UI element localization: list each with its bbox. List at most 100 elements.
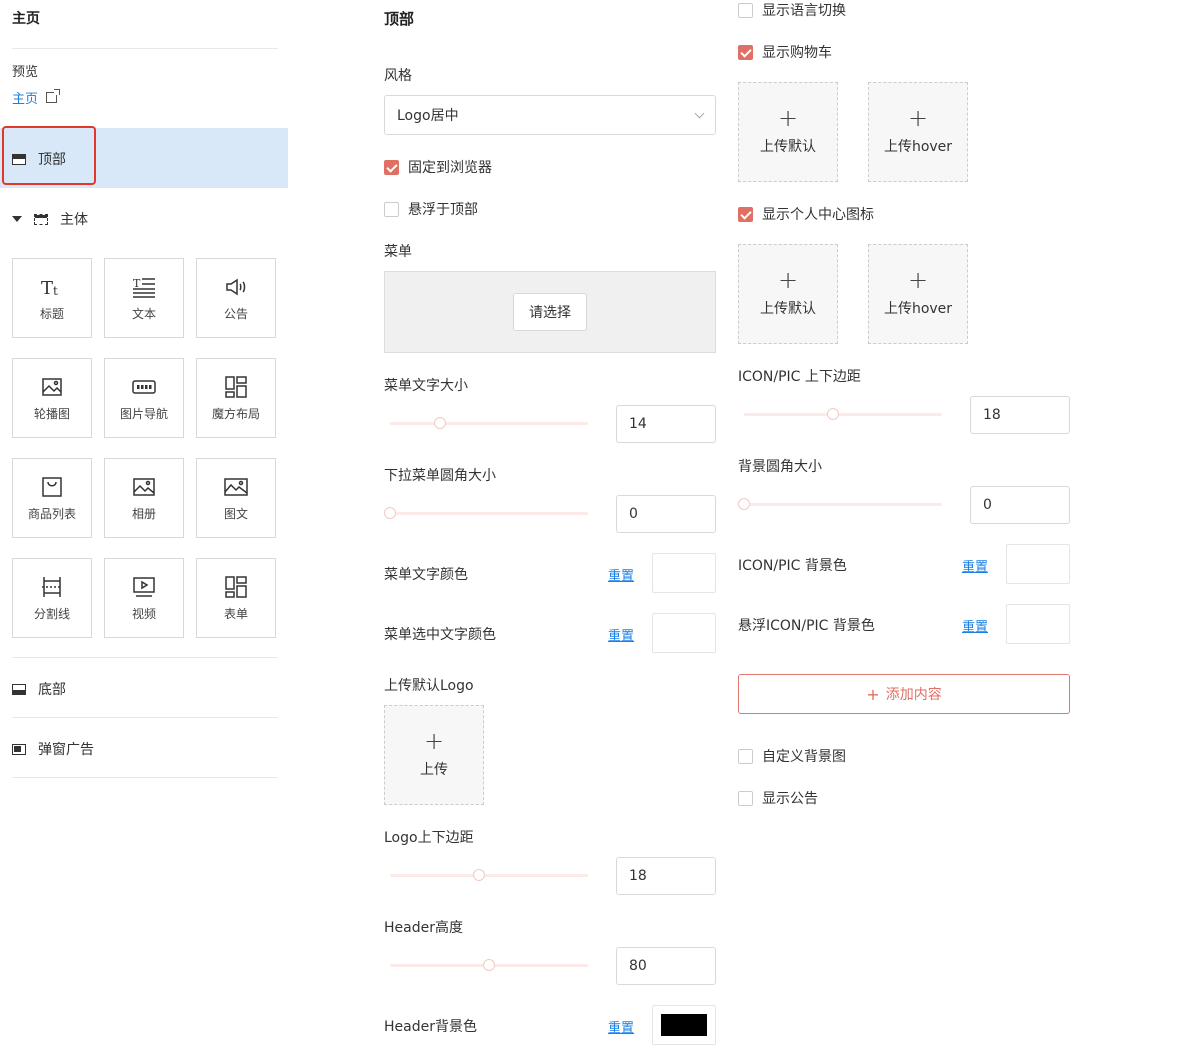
style-select[interactable]: Logo居中 [384, 95, 716, 135]
plus-icon: + [866, 684, 880, 704]
component-cube-layout[interactable]: 魔方布局 [196, 358, 276, 438]
plus-icon: + [907, 104, 929, 132]
menu-selected-color-reset[interactable]: 重置 [608, 625, 634, 644]
component-album-label: 相册 [131, 506, 156, 521]
menu-selected-color-swatch[interactable] [652, 613, 716, 653]
header-height-input[interactable]: 80 [616, 947, 716, 985]
header-height-label: Header高度 [384, 920, 463, 936]
cart-upload-hover-text: 上传hover [883, 139, 953, 155]
menu-text-color-swatch[interactable] [652, 553, 716, 593]
user-upload-default-text: 上传默认 [760, 301, 816, 317]
show-lang-checkbox[interactable]: 显示语言切换 [738, 0, 846, 20]
checkbox-box[interactable] [738, 44, 753, 60]
user-upload-hover[interactable]: + 上传hover [868, 244, 968, 344]
component-carousel[interactable]: 轮播图 [12, 358, 92, 438]
component-video[interactable]: 视频 [104, 558, 184, 638]
menu-choose-button[interactable]: 请选择 [513, 293, 587, 331]
checkbox-box[interactable] [738, 206, 753, 222]
style-select-value: Logo居中 [397, 108, 459, 124]
upload-logo-button[interactable]: + 上传 [384, 705, 484, 805]
slider-handle[interactable] [738, 498, 750, 510]
form-icon [225, 575, 247, 598]
show-cart-checkbox[interactable]: 显示购物车 [738, 42, 832, 62]
header-bg-label: Header背景色 [384, 1019, 477, 1035]
section-main-label: 主体 [60, 212, 88, 228]
popup-ad-icon [12, 743, 26, 755]
section-main[interactable]: 主体 [12, 209, 88, 229]
text-icon: T [133, 277, 155, 298]
menu-font-size-input[interactable]: 14 [616, 405, 716, 443]
bg-radius-slider[interactable] [738, 498, 942, 510]
checkbox-box[interactable] [738, 2, 753, 18]
style-label: 风格 [384, 68, 412, 84]
dropdown-radius-input[interactable]: 0 [616, 495, 716, 533]
slider-handle[interactable] [473, 869, 486, 881]
float-top-checkbox[interactable]: 悬浮于顶部 [384, 199, 478, 219]
cart-upload-default-text: 上传默认 [760, 139, 816, 155]
component-announcement[interactable]: 公告 [196, 258, 276, 338]
header-height-slider[interactable] [390, 959, 588, 971]
fixed-browser-checkbox[interactable]: 固定到浏览器 [384, 157, 492, 177]
checkbox-box[interactable] [384, 159, 399, 175]
external-link-icon[interactable] [46, 89, 61, 103]
user-upload-hover-text: 上传hover [883, 301, 953, 317]
header-block-icon [12, 153, 26, 165]
component-form-label: 表单 [223, 606, 248, 621]
checkbox-box[interactable] [738, 748, 753, 764]
color-fill [661, 622, 707, 644]
checkbox-box[interactable] [738, 790, 753, 806]
preview-link[interactable]: 主页 [12, 88, 61, 107]
icon-padding-input[interactable]: 18 [970, 396, 1070, 434]
announcement-icon [226, 278, 246, 295]
product-list-icon [42, 476, 62, 497]
section-popup[interactable]: 弹窗广告 [12, 739, 94, 759]
header-bg-reset[interactable]: 重置 [608, 1017, 634, 1036]
section-top[interactable]: 顶部 [12, 149, 66, 169]
component-product-list[interactable]: 商品列表 [12, 458, 92, 538]
component-divider[interactable]: 分割线 [12, 558, 92, 638]
dropdown-radius-slider[interactable] [384, 507, 588, 519]
float-top-label: 悬浮于顶部 [408, 202, 478, 218]
component-album[interactable]: 相册 [104, 458, 184, 538]
checkbox-box[interactable] [384, 201, 399, 217]
panel-title: 顶部 [384, 10, 415, 28]
bg-radius-input[interactable]: 0 [970, 486, 1070, 524]
component-form[interactable]: 表单 [196, 558, 276, 638]
menu-text-color-label: 菜单文字颜色 [384, 567, 468, 583]
logo-padding-slider[interactable] [390, 869, 588, 881]
page-title: 主页 [12, 11, 40, 27]
component-text[interactable]: T 文本 [104, 258, 184, 338]
component-announcement-label: 公告 [223, 306, 248, 321]
component-image-nav-label: 图片导航 [119, 406, 168, 421]
header-bg-swatch[interactable] [652, 1005, 716, 1045]
show-user-icon-checkbox[interactable]: 显示个人中心图标 [738, 204, 874, 224]
show-notice-checkbox[interactable]: 显示公告 [738, 788, 818, 808]
menu-selector-area: 请选择 [384, 271, 716, 353]
divider [12, 777, 278, 778]
hover-icon-bg-swatch[interactable] [1006, 604, 1070, 644]
component-image-nav[interactable]: 图片导航 [104, 358, 184, 438]
slider-handle[interactable] [827, 408, 840, 420]
add-content-button[interactable]: + 添加内容 [738, 674, 1070, 714]
slider-handle[interactable] [433, 417, 446, 429]
user-upload-default[interactable]: + 上传默认 [738, 244, 838, 344]
menu-text-color-reset[interactable]: 重置 [608, 565, 634, 584]
divider [12, 657, 278, 658]
custom-bg-checkbox[interactable]: 自定义背景图 [738, 746, 846, 766]
slider-handle[interactable] [384, 507, 396, 519]
icon-bg-swatch[interactable] [1006, 544, 1070, 584]
component-title[interactable]: Tt 标题 [12, 258, 92, 338]
cart-upload-hover[interactable]: + 上传hover [868, 82, 968, 182]
hover-icon-bg-reset[interactable]: 重置 [962, 616, 988, 635]
preview-link-text[interactable]: 主页 [12, 88, 38, 107]
logo-padding-input[interactable]: 18 [616, 857, 716, 895]
section-bottom[interactable]: 底部 [12, 679, 66, 699]
slider-handle[interactable] [483, 959, 495, 971]
caret-down-icon[interactable] [12, 216, 22, 222]
cart-upload-default[interactable]: + 上传默认 [738, 82, 838, 182]
menu-font-size-slider[interactable] [390, 417, 588, 429]
icon-bg-reset[interactable]: 重置 [962, 556, 988, 575]
component-image-text[interactable]: 图文 [196, 458, 276, 538]
divider [12, 717, 278, 718]
icon-padding-slider[interactable] [744, 408, 942, 420]
